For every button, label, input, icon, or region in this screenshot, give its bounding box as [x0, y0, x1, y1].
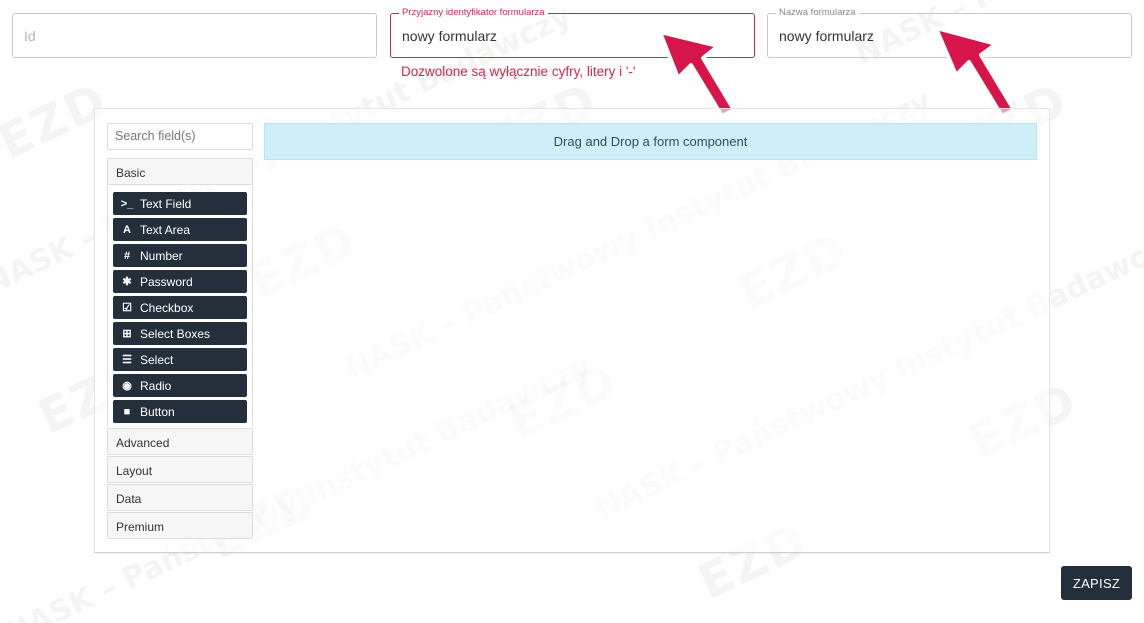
- component-label: Text Field: [140, 196, 192, 211]
- form-name-value: nowy formularz: [779, 28, 874, 44]
- check-square-icon: ☑: [122, 302, 132, 314]
- dropzone[interactable]: Drag and Drop a form component: [264, 123, 1037, 160]
- th-list-icon: ☰: [122, 354, 132, 366]
- friendly-identifier-value: nowy formularz: [402, 28, 497, 44]
- component-select-boxes[interactable]: ⊞ Select Boxes: [113, 322, 247, 345]
- annotation-arrow-icon: [658, 30, 736, 118]
- component-radio[interactable]: ◉ Radio: [113, 374, 247, 397]
- component-label: Radio: [140, 378, 172, 393]
- search-fields-input[interactable]: Search field(s): [107, 123, 253, 150]
- group-basic[interactable]: Basic: [107, 158, 253, 185]
- plus-square-icon: ⊞: [122, 328, 132, 340]
- group-advanced[interactable]: Advanced: [107, 428, 253, 455]
- save-button[interactable]: ZAPISZ: [1061, 566, 1132, 600]
- asterisk-icon: ✱: [122, 276, 132, 288]
- hashtag-icon: #: [123, 249, 131, 262]
- component-label: Number: [140, 248, 183, 263]
- group-layout[interactable]: Layout: [107, 456, 253, 483]
- component-label: Select Boxes: [140, 326, 211, 341]
- friendly-identifier-label: Przyjazny identyfikator formularza: [399, 7, 548, 19]
- component-label: Select: [140, 352, 174, 367]
- id-placeholder: Id: [24, 28, 36, 44]
- component-password[interactable]: ✱ Password: [113, 270, 247, 293]
- component-select[interactable]: ☰ Select: [113, 348, 247, 371]
- dot-circle-icon: ◉: [122, 380, 132, 392]
- identifier-error-message: Dozwolone są wyłącznie cyfry, litery i '…: [401, 64, 636, 79]
- group-data[interactable]: Data: [107, 484, 253, 511]
- component-checkbox[interactable]: ☑ Checkbox: [113, 296, 247, 319]
- component-label: Checkbox: [140, 300, 194, 315]
- stop-icon: ■: [123, 405, 131, 418]
- component-label: Button: [140, 404, 175, 419]
- component-label: Password: [140, 274, 193, 289]
- component-text-area[interactable]: A Text Area: [113, 218, 247, 241]
- component-text-field[interactable]: >_ Text Field: [113, 192, 247, 215]
- annotation-arrow-icon: [934, 26, 1016, 118]
- id-field[interactable]: Id: [12, 13, 377, 58]
- component-number[interactable]: # Number: [113, 244, 247, 267]
- font-icon: A: [123, 223, 131, 236]
- component-label: Text Area: [140, 222, 191, 237]
- component-button[interactable]: ■ Button: [113, 400, 247, 423]
- group-premium[interactable]: Premium: [107, 512, 253, 539]
- form-name-label: Nazwa formularza: [776, 7, 859, 19]
- terminal-icon: >_: [120, 197, 134, 210]
